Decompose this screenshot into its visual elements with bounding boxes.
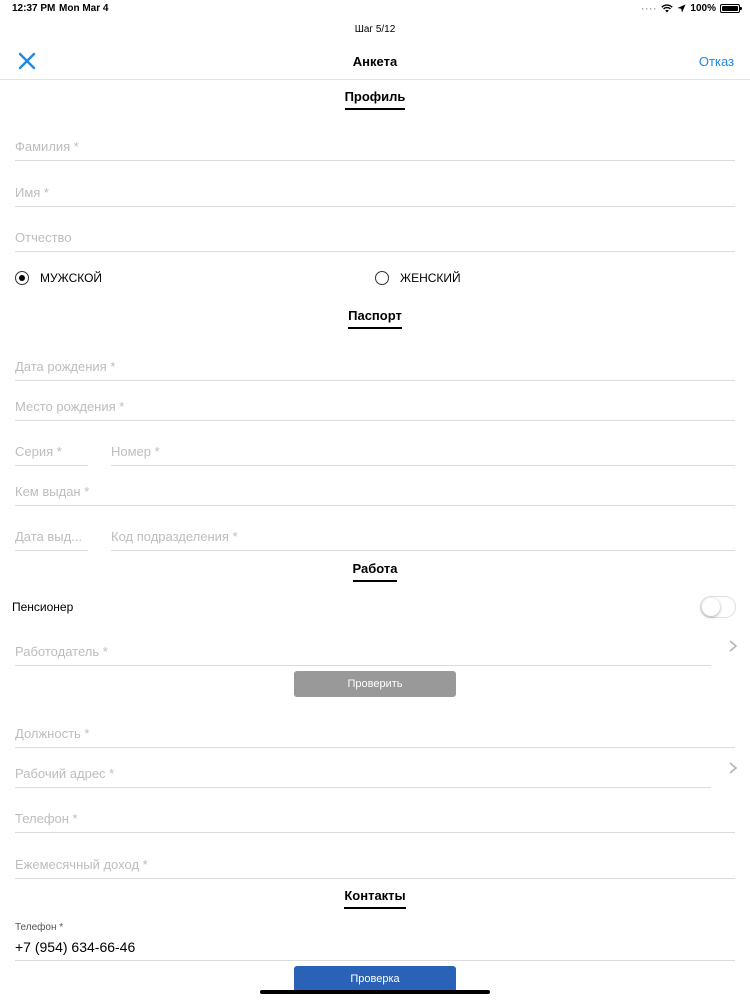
radio-unchecked-icon	[375, 271, 389, 285]
issue-date-placeholder: Дата выд...	[15, 529, 83, 544]
first-name-placeholder: Имя *	[15, 185, 49, 200]
contact-phone-field[interactable]: +7 (954) 634-66-46	[15, 935, 735, 961]
issued-by-placeholder: Кем выдан *	[15, 484, 90, 499]
section-title-profile: Профиль	[0, 89, 750, 110]
middle-name-placeholder: Отчество	[15, 230, 72, 245]
section-title-passport: Паспорт	[0, 308, 750, 329]
section-title-contacts: Контакты	[0, 888, 750, 909]
monthly-income-field[interactable]: Ежемесячный доход *	[15, 853, 735, 879]
position-field[interactable]: Должность *	[15, 722, 735, 748]
work-address-field[interactable]: Рабочий адрес *	[15, 762, 711, 788]
toggle-knob	[702, 598, 720, 616]
nav-divider	[0, 79, 750, 80]
birth-date-placeholder: Дата рождения *	[15, 359, 116, 374]
gender-male-label: МУЖСКОЙ	[40, 271, 103, 285]
passport-series-field[interactable]: Серия *	[15, 440, 88, 466]
contact-phone-value: +7 (954) 634-66-46	[15, 939, 136, 955]
gender-female-radio[interactable]: ЖЕНСКИЙ	[375, 271, 461, 285]
contact-phone-label: Телефон *	[15, 922, 64, 933]
section-title-passport-label: Паспорт	[348, 308, 402, 329]
pensioner-label: Пенсионер	[12, 600, 74, 614]
check-employer-button[interactable]: Проверить	[294, 671, 456, 697]
verify-phone-button[interactable]: Проверка	[294, 966, 456, 992]
work-address-placeholder: Рабочий адрес *	[15, 766, 115, 781]
issue-date-field[interactable]: Дата выд...	[15, 525, 88, 551]
employer-chevron-icon[interactable]	[728, 639, 738, 653]
gender-male-radio[interactable]: МУЖСКОЙ	[15, 271, 102, 285]
passport-series-placeholder: Серия *	[15, 444, 62, 459]
section-title-work: Работа	[0, 561, 750, 582]
radio-checked-icon	[15, 271, 29, 285]
division-code-placeholder: Код подразделения *	[111, 529, 238, 544]
gender-female-label: ЖЕНСКИЙ	[400, 271, 461, 285]
employer-field[interactable]: Работодатель *	[15, 640, 711, 666]
section-title-profile-label: Профиль	[344, 89, 406, 110]
position-placeholder: Должность *	[15, 726, 90, 741]
work-phone-field[interactable]: Телефон *	[15, 807, 735, 833]
division-code-field[interactable]: Код подразделения *	[111, 525, 735, 551]
cancel-button[interactable]: Отказ	[699, 54, 734, 69]
section-title-work-label: Работа	[352, 561, 398, 582]
location-arrow-icon	[677, 4, 686, 13]
last-name-placeholder: Фамилия *	[15, 139, 79, 154]
status-date: Mon Mar 4	[59, 3, 109, 14]
monthly-income-placeholder: Ежемесячный доход *	[15, 857, 148, 872]
battery-percent: 100%	[690, 3, 716, 14]
wifi-icon	[661, 4, 674, 13]
multitasking-dots-icon: ····	[641, 3, 658, 14]
section-title-contacts-label: Контакты	[344, 888, 406, 909]
step-indicator: Шаг 5/12	[354, 24, 396, 35]
first-name-field[interactable]: Имя *	[15, 181, 735, 207]
page-title: Анкета	[352, 54, 398, 69]
home-indicator	[260, 990, 490, 994]
battery-icon	[720, 4, 742, 13]
middle-name-field[interactable]: Отчество	[15, 226, 735, 252]
status-time: 12:37 PM	[12, 3, 56, 14]
last-name-field[interactable]: Фамилия *	[15, 135, 735, 161]
employer-placeholder: Работодатель *	[15, 644, 108, 659]
birth-place-placeholder: Место рождения *	[15, 399, 125, 414]
status-indicators: ···· 100%	[641, 3, 742, 14]
birth-date-field[interactable]: Дата рождения *	[15, 355, 735, 381]
work-phone-placeholder: Телефон *	[15, 811, 78, 826]
passport-number-field[interactable]: Номер *	[111, 440, 735, 466]
passport-number-placeholder: Номер *	[111, 444, 160, 459]
issued-by-field[interactable]: Кем выдан *	[15, 480, 735, 506]
work-address-chevron-icon[interactable]	[728, 761, 738, 775]
birth-place-field[interactable]: Место рождения *	[15, 395, 735, 421]
pensioner-toggle[interactable]	[700, 596, 736, 618]
